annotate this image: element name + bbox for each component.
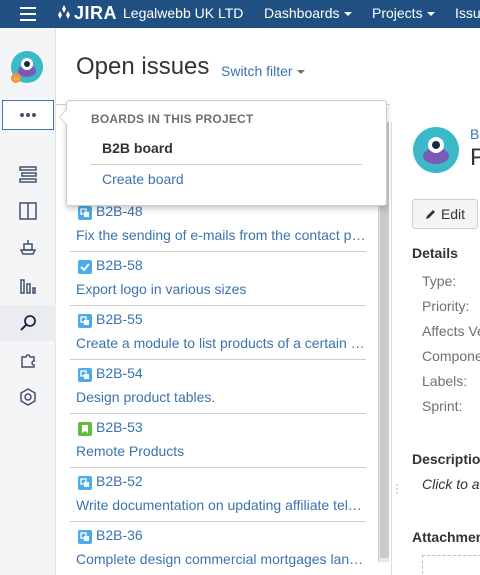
top-navigation-bar: JIRA Legalwebb UK LTD Dashboards Project… xyxy=(0,0,480,28)
boards-dropdown-heading: BOARDS IN THIS PROJECT xyxy=(91,112,254,126)
project-sidebar: ‹› xyxy=(0,28,56,575)
sidebar-item-reports[interactable] xyxy=(0,268,56,304)
detail-project-link[interactable]: B xyxy=(470,126,479,142)
issue-summary[interactable]: Write documentation on updating affiliat… xyxy=(76,497,366,513)
attachments-heading: Attachmen xyxy=(412,529,480,545)
issue-row[interactable]: B2B-55 Create a module to list products o… xyxy=(70,306,366,360)
issue-summary[interactable]: Remote Products xyxy=(76,443,366,459)
details-heading: Details xyxy=(412,245,458,261)
ship-icon xyxy=(19,240,37,255)
board-icon xyxy=(19,202,37,220)
issue-key[interactable]: B2B-58 xyxy=(96,257,143,273)
nav-projects-label: Projects xyxy=(372,5,423,21)
chevron-down-icon xyxy=(343,12,352,17)
board-item-b2b[interactable]: B2B board xyxy=(102,140,173,156)
subtask-type-icon xyxy=(78,314,92,328)
sidebar-item-backlog[interactable] xyxy=(0,156,56,192)
issue-key[interactable]: B2B-53 xyxy=(96,419,143,435)
subtask-type-icon xyxy=(78,530,92,544)
field-sprint-label: Sprint: xyxy=(422,398,463,414)
sidebar-item-components[interactable] xyxy=(0,342,56,378)
sidebar-item-issues[interactable] xyxy=(0,305,56,341)
issue-summary[interactable]: Export logo in various sizes xyxy=(76,281,366,297)
puzzle-icon xyxy=(21,354,35,368)
pencil-icon xyxy=(425,210,435,219)
resize-handle-icon[interactable]: · · · xyxy=(395,478,399,498)
edit-button-label: Edit xyxy=(440,206,466,222)
issue-summary[interactable]: Complete design commercial mortgages lan… xyxy=(76,551,366,567)
detail-project-avatar-icon[interactable] xyxy=(412,126,460,174)
issue-summary[interactable]: Fix the sending of e-mails from the cont… xyxy=(76,227,366,243)
issue-key[interactable]: B2B-52 xyxy=(96,473,143,489)
nav-projects[interactable]: Projects xyxy=(372,5,435,21)
issue-summary[interactable]: Create a module to list products of a ce… xyxy=(76,335,366,351)
page-title: Open issues xyxy=(76,53,210,80)
project-avatar-icon[interactable]: ‹› xyxy=(10,50,44,84)
field-components-label: Compone xyxy=(422,348,480,364)
issue-row[interactable]: B2B-58 Export logo in various sizes xyxy=(70,252,366,306)
issue-key[interactable]: B2B-55 xyxy=(96,311,143,327)
field-type-label: Type: xyxy=(422,273,457,289)
description-placeholder[interactable]: Click to a xyxy=(422,476,480,492)
sidebar-item-board[interactable] xyxy=(0,193,56,229)
search-issues-icon xyxy=(20,315,36,331)
issue-key[interactable]: B2B-36 xyxy=(96,527,143,543)
task-type-icon xyxy=(78,260,92,274)
more-options-button[interactable] xyxy=(2,100,54,130)
sidebar-item-settings[interactable] xyxy=(0,379,56,415)
chevron-down-icon xyxy=(296,70,305,75)
jira-logo-text: JIRA xyxy=(74,3,118,23)
nav-legalwebb[interactable]: Legalwebb UK LTD xyxy=(123,5,243,21)
detail-issue-title: F xyxy=(470,144,480,171)
bar-chart-icon xyxy=(20,279,36,294)
chevron-down-icon xyxy=(426,12,435,17)
jira-logo-icon xyxy=(58,4,70,19)
issue-row[interactable]: B2B-53 Remote Products xyxy=(70,414,366,468)
boards-dropdown: BOARDS IN THIS PROJECT B2B board Create … xyxy=(59,100,387,206)
issue-row[interactable]: B2B-52 Write documentation on updating af… xyxy=(70,468,366,522)
nav-issues[interactable]: Issu xyxy=(455,5,480,21)
subtask-type-icon xyxy=(78,476,92,490)
create-board-link[interactable]: Create board xyxy=(102,171,184,187)
backlog-icon xyxy=(19,166,37,183)
issue-row[interactable]: B2B-36 Complete design commercial mortgag… xyxy=(70,522,366,575)
panel-splitter[interactable] xyxy=(391,122,392,575)
field-labels-label: Labels: xyxy=(422,373,468,389)
sidebar-item-releases[interactable] xyxy=(0,229,56,265)
ellipsis-icon xyxy=(20,113,36,117)
issue-row[interactable]: B2B-54 Design product tables. xyxy=(70,360,366,414)
app-switcher-icon[interactable] xyxy=(20,7,36,21)
issue-key[interactable]: B2B-54 xyxy=(96,365,143,381)
attachment-drop-zone[interactable] xyxy=(422,555,480,575)
switch-filter-button[interactable]: Switch filter xyxy=(221,63,305,79)
nav-dashboards[interactable]: Dashboards xyxy=(264,5,352,21)
switch-filter-label: Switch filter xyxy=(221,63,293,79)
description-heading: Descriptio xyxy=(412,451,480,467)
field-affects-version-label: Affects Ve xyxy=(422,323,480,339)
field-priority-label: Priority: xyxy=(422,298,470,314)
issue-summary[interactable]: Design product tables. xyxy=(76,389,366,405)
subtask-type-icon xyxy=(78,206,92,220)
dropdown-divider xyxy=(91,164,362,165)
subtask-type-icon xyxy=(78,368,92,382)
jira-logo[interactable]: JIRA xyxy=(57,3,117,24)
hexagon-settings-icon xyxy=(20,388,36,406)
nav-dashboards-label: Dashboards xyxy=(264,5,340,21)
issue-row[interactable]: B2B-48 Fix the sending of e-mails from th… xyxy=(70,198,366,252)
story-type-icon xyxy=(78,422,92,436)
edit-button[interactable]: Edit xyxy=(412,199,478,229)
svg-text:‹›: ‹› xyxy=(13,75,19,83)
